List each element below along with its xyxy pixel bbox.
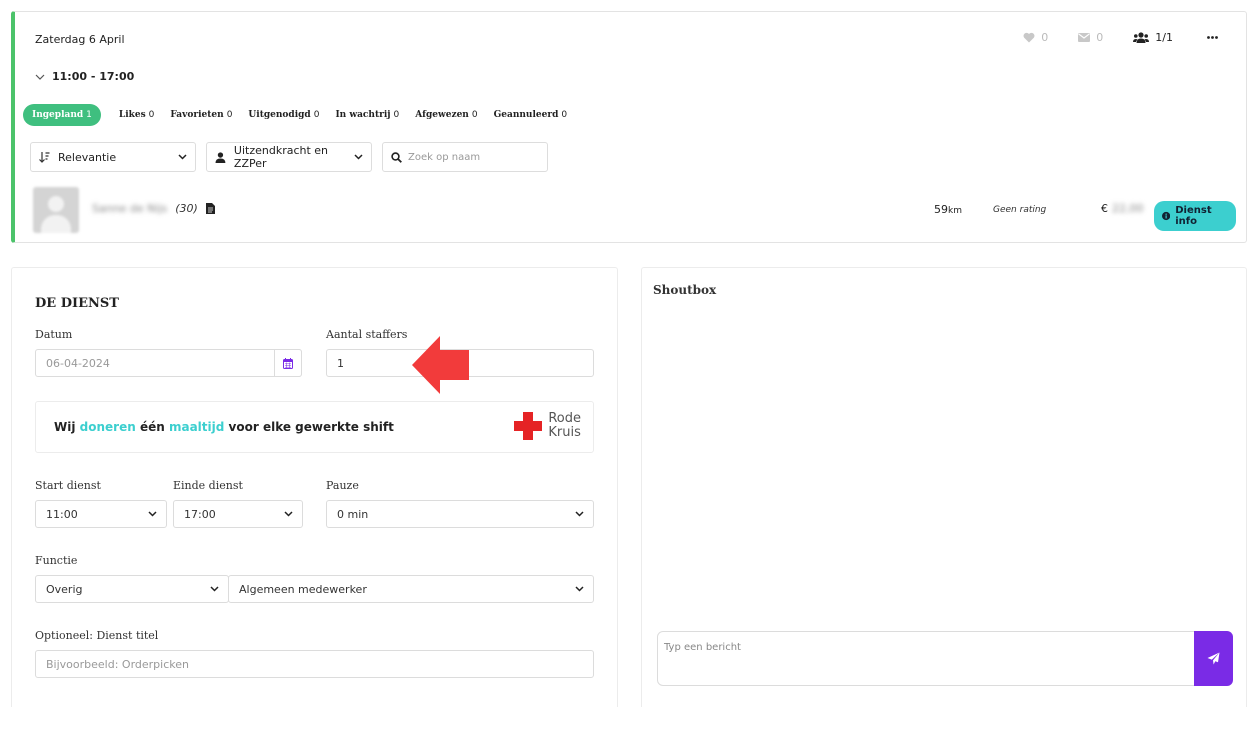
start-time-select[interactable]: 11:00 (35, 500, 167, 528)
time-range: 11:00 - 17:00 (52, 70, 135, 83)
envelope-icon (1078, 33, 1091, 42)
worker-type-select[interactable]: Uitzendkracht en ZZPer (206, 142, 372, 172)
start-label: Start dienst (35, 479, 101, 492)
red-cross-icon (514, 412, 543, 440)
tab-ingepland[interactable]: Ingepland 1 (23, 104, 101, 126)
chevron-down-icon (284, 511, 293, 517)
chevron-down-icon (148, 511, 157, 517)
tab-favorieten[interactable]: Favorieten 0 (170, 110, 232, 120)
chevron-down-icon (178, 154, 187, 160)
pause-label: Pauze (326, 479, 359, 492)
time-range-toggle[interactable]: 11:00 - 17:00 (35, 70, 134, 83)
filter-bar: Relevantie Uitzendkracht en ZZPer Zoek o… (30, 142, 548, 172)
document-icon[interactable] (205, 203, 215, 214)
likes-counter[interactable]: 0 (1023, 31, 1048, 44)
search-icon (391, 151, 402, 163)
currency: € (1101, 202, 1108, 215)
red-cross-logo: Rode Kruis (514, 412, 581, 440)
shift-form-panel: DE DIENST Datum 06-04-2024 Aantal staffe… (11, 267, 618, 707)
sort-icon (39, 151, 50, 163)
tab-likes[interactable]: Likes 0 (119, 110, 155, 120)
calendar-icon (283, 357, 293, 369)
section-title: DE DIENST (35, 296, 119, 311)
more-button[interactable] (1207, 36, 1218, 39)
staff-label: Aantal staffers (326, 328, 408, 341)
worker-type-value: Uitzendkracht en ZZPer (233, 144, 329, 170)
date-label: Datum (35, 328, 73, 341)
status-tabs: Ingepland 1 Likes 0 Favorieten 0 Uitgenodig… (23, 104, 583, 126)
message-input[interactable]: Typ een bericht (657, 631, 1195, 686)
person-rating: Geen rating (993, 205, 1047, 215)
tab-afgewezen[interactable]: Afgewezen 0 (415, 110, 477, 120)
title-label: Optioneel: Dienst titel (35, 629, 159, 642)
end-label: Einde dienst (173, 479, 243, 492)
person-age: (30) (175, 202, 198, 215)
chevron-down-icon (35, 74, 45, 80)
tab-uitgenodigd[interactable]: Uitgenodigd 0 (248, 110, 319, 120)
function-category-select[interactable]: Overig (35, 575, 229, 603)
function-select[interactable]: Algemeen medewerker (228, 575, 594, 603)
calendar-button[interactable] (274, 349, 302, 377)
info-icon (1162, 211, 1171, 221)
ellipsis-icon (1207, 36, 1218, 39)
likes-count: 0 (1041, 31, 1049, 44)
users-icon (1133, 32, 1150, 43)
tab-geannuleerd[interactable]: Geannuleerd 0 (494, 110, 568, 120)
avatar[interactable] (33, 187, 79, 233)
function-label: Functie (35, 554, 78, 567)
person-name[interactable]: Sanne de Nijs (92, 202, 167, 215)
search-input[interactable]: Zoek op naam (382, 142, 548, 172)
staff-counter[interactable]: 1/1 (1133, 31, 1173, 44)
heart-icon (1023, 32, 1035, 43)
shift-title-input[interactable]: Bijvoorbeeld: Orderpicken (35, 650, 594, 678)
paper-plane-icon (1207, 652, 1220, 665)
sort-select[interactable]: Relevantie (30, 142, 196, 172)
search-placeholder: Zoek op naam (408, 151, 481, 163)
messages-count: 0 (1096, 31, 1104, 44)
chevron-down-icon (210, 586, 219, 592)
date-field[interactable]: 06-04-2024 (35, 349, 302, 377)
shift-actions: 0 0 1/1 (993, 31, 1218, 44)
donation-text: Wij doneren één maaltijd voor elke gewer… (54, 420, 394, 434)
sort-value: Relevantie (58, 150, 117, 164)
shift-card: Zaterdag 6 April 0 0 1/1 11:00 - 17:00 I… (11, 11, 1247, 243)
shoutbox-panel: Shoutbox Typ een bericht (641, 267, 1247, 707)
person-name-group: Sanne de Nijs (30) (92, 202, 215, 215)
person-row[interactable]: Sanne de Nijs (30) 59km Geen rating € 22… (30, 187, 1236, 235)
donation-banner: Wij doneren één maaltijd voor elke gewer… (35, 401, 594, 453)
chevron-down-icon (575, 511, 584, 517)
price: 22,00 (1112, 202, 1144, 215)
chevron-down-icon (575, 586, 584, 592)
red-arrow-annotation (412, 336, 469, 394)
send-button[interactable] (1194, 631, 1233, 686)
dienst-info-button[interactable]: Dienst info (1154, 201, 1236, 231)
shoutbox-title: Shoutbox (653, 283, 717, 297)
end-time-select[interactable]: 17:00 (173, 500, 303, 528)
person-distance: 59km (934, 203, 962, 216)
tab-in-wachtrij[interactable]: In wachtrij 0 (335, 110, 399, 120)
pause-select[interactable]: 0 min (326, 500, 594, 528)
person-rate: € 22,00 (1101, 202, 1144, 215)
messages-counter[interactable]: 0 (1078, 31, 1103, 44)
staff-count: 1/1 (1155, 31, 1173, 44)
user-icon (215, 151, 226, 163)
shift-date-title: Zaterdag 6 April (35, 33, 125, 46)
chevron-down-icon (354, 154, 363, 160)
